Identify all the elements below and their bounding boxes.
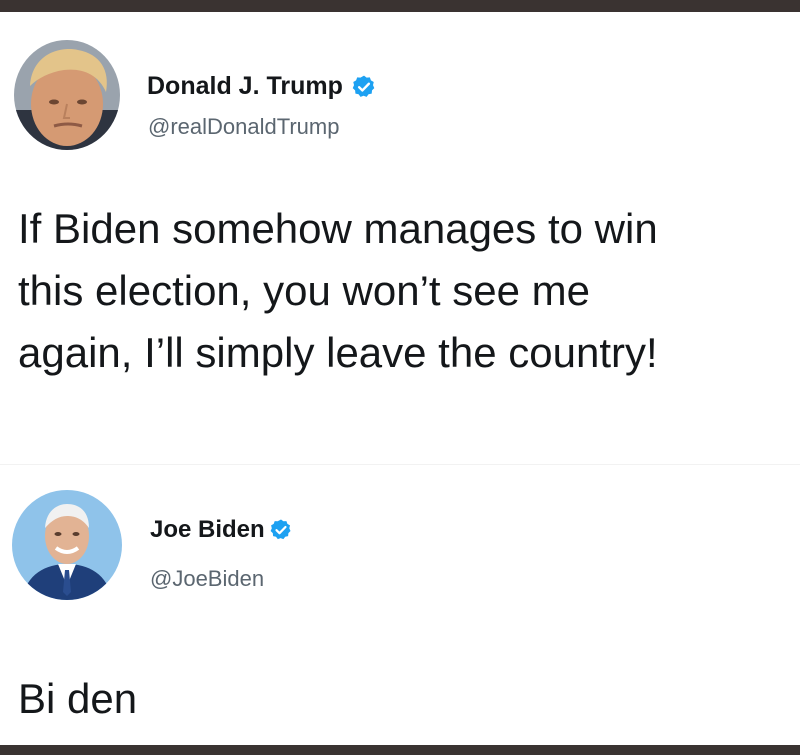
author-handle[interactable]: @JoeBiden [150, 566, 264, 592]
avatar-biden-portrait [12, 490, 122, 600]
author-name-row: Donald J. Trump [147, 72, 377, 101]
verified-badge-icon [269, 518, 293, 542]
author-name-row: Joe Biden [150, 516, 293, 544]
image-frame-bottom [0, 745, 800, 755]
author-handle[interactable]: @realDonaldTrump [148, 114, 339, 140]
verified-badge-icon [351, 74, 377, 100]
tweet-text-line: Bi den [18, 675, 138, 722]
tweet-trump: Donald J. Trump @realDonaldTrump If Bide… [0, 12, 800, 452]
author-name[interactable]: Joe Biden [150, 516, 265, 544]
author-name[interactable]: Donald J. Trump [147, 72, 343, 101]
tweet-text-line: again, I’ll simply leave the country! [18, 329, 658, 376]
image-frame-top [0, 0, 800, 12]
avatar-trump-portrait [14, 40, 120, 150]
tweet-text-line: this election, you won’t see me [18, 267, 590, 314]
tweet-screenshot-card: Donald J. Trump @realDonaldTrump If Bide… [0, 12, 800, 745]
tweet-biden: Joe Biden @JoeBiden Bi den [0, 482, 800, 745]
avatar-biden[interactable] [12, 490, 122, 600]
avatar-trump[interactable] [14, 40, 120, 150]
divider [0, 464, 800, 465]
tweet-text: Bi den [18, 668, 137, 730]
tweet-text-line: If Biden somehow manages to win [18, 205, 658, 252]
tweet-text: If Biden somehow manages to win this ele… [18, 198, 798, 384]
